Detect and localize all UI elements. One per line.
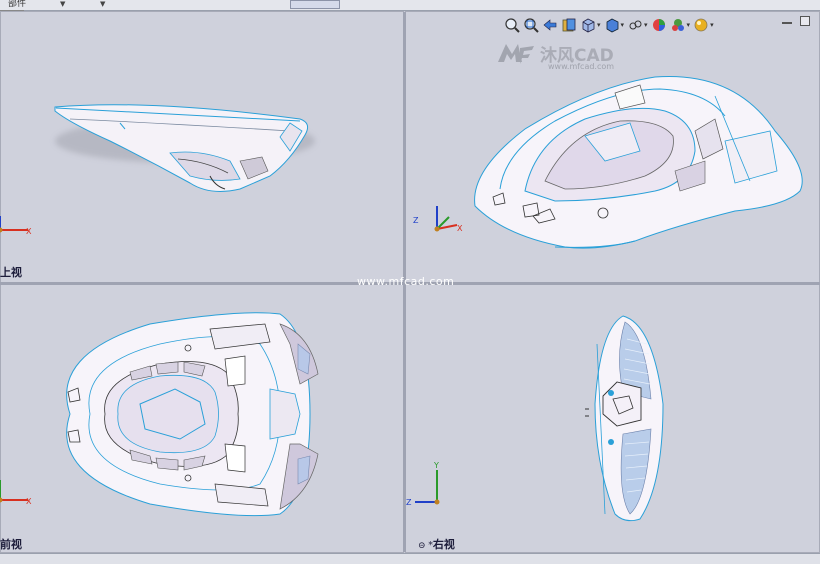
chevron-down-icon[interactable]: ▼ xyxy=(100,0,105,9)
model-front-view: X xyxy=(0,312,319,517)
zoom-to-fit-icon[interactable] xyxy=(504,17,520,33)
chevron-down-icon[interactable]: ▼ xyxy=(60,0,65,9)
chevron-down-icon[interactable]: ▾ xyxy=(644,21,648,29)
watermark-url: www.mfcad.com xyxy=(357,275,455,288)
chevron-down-icon[interactable]: ▾ xyxy=(621,21,625,29)
svg-text:X: X xyxy=(457,224,463,233)
chevron-down-icon[interactable]: ▾ xyxy=(597,21,601,29)
mf-logo-icon xyxy=(498,44,534,64)
svg-text:X: X xyxy=(26,227,32,236)
axis-triad-top-left: X xyxy=(0,216,32,236)
apply-scene-icon[interactable] xyxy=(670,17,686,33)
svg-text:Z: Z xyxy=(413,216,419,225)
view-toolbar: ▾ ▾ ▾ ▾ ▾ xyxy=(504,15,714,35)
chevron-down-icon[interactable]: ▾ xyxy=(710,21,714,29)
zoom-area-icon[interactable] xyxy=(523,17,539,33)
component-dropdown[interactable]: 部件 xyxy=(8,0,48,9)
svg-text:Z: Z xyxy=(406,498,412,507)
edit-appearance-icon[interactable] xyxy=(651,17,667,33)
display-style-icon[interactable] xyxy=(604,17,620,33)
axis-triad-bottom-left: X xyxy=(0,480,32,506)
view-orientation-icon[interactable] xyxy=(580,17,596,33)
toolbar-button[interactable] xyxy=(290,0,340,9)
top-toolbar-strip: 部件 ▼ ▼ xyxy=(0,0,820,11)
hide-show-icon[interactable] xyxy=(627,17,643,33)
previous-view-icon[interactable] xyxy=(542,17,558,33)
section-view-icon[interactable] xyxy=(561,17,577,33)
svg-text:Y: Y xyxy=(433,461,439,470)
watermark-logo-url: www.mfcad.com xyxy=(548,62,615,71)
minimize-icon[interactable] xyxy=(782,16,792,24)
viewport-window-controls xyxy=(782,16,810,26)
model-right-view: Y Z xyxy=(406,315,664,522)
viewport-label-right: ⊝ *右视 xyxy=(418,538,455,551)
view-settings-icon[interactable] xyxy=(693,17,709,33)
viewport-label-front: 前视 xyxy=(0,538,22,551)
svg-text:X: X xyxy=(26,497,32,506)
viewport-label-top: 上视 xyxy=(0,266,22,279)
component-dropdown-label: 部件 xyxy=(8,0,27,9)
chevron-down-icon[interactable]: ▾ xyxy=(687,21,691,29)
axis-triad-bottom-right: Y Z xyxy=(406,461,440,507)
tile-viewports-icon[interactable] xyxy=(800,16,810,26)
status-strip xyxy=(0,553,820,564)
model-top-view: X xyxy=(0,104,315,236)
axis-triad-top-right: Z X xyxy=(413,206,463,233)
